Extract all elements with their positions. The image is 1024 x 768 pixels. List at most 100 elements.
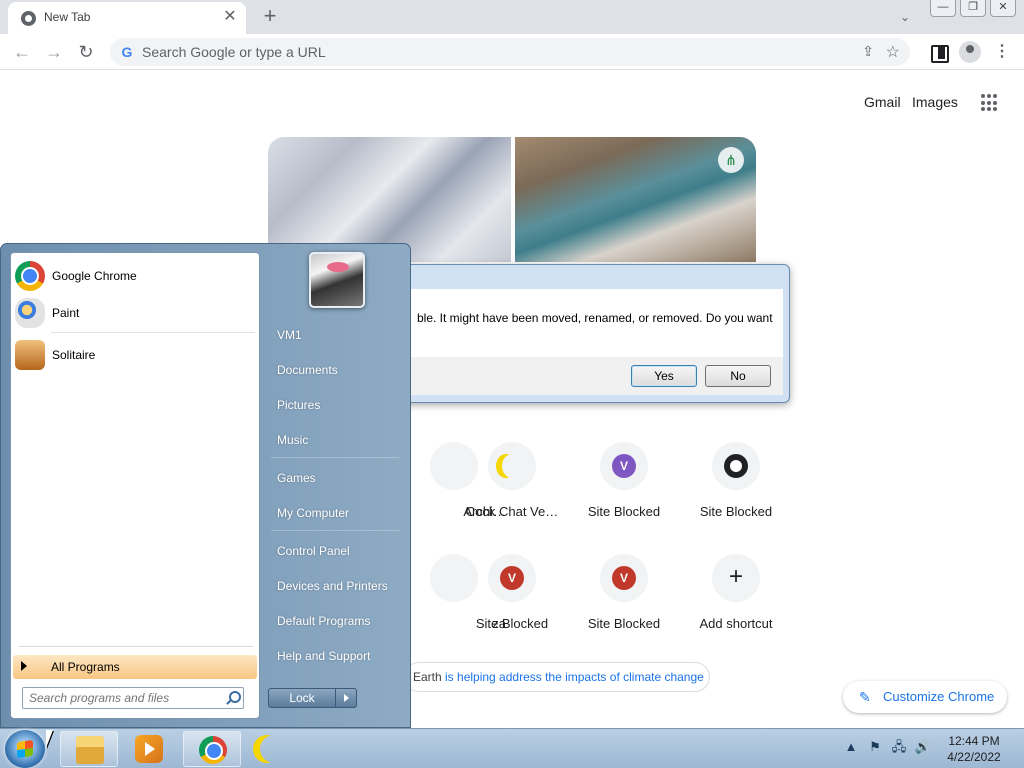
yes-button[interactable]: Yes xyxy=(631,365,697,387)
taskbar-media-player[interactable] xyxy=(120,731,178,767)
doodle-caption[interactable]: Earth is helping address the impacts of … xyxy=(404,662,710,692)
start-search-box[interactable] xyxy=(22,687,244,709)
volume-icon[interactable]: 🔊 xyxy=(914,737,932,757)
start-item-label: Solitaire xyxy=(52,348,96,362)
start-right-games[interactable]: Games xyxy=(277,471,316,485)
start-item-google-chrome[interactable]: Google Chrome xyxy=(11,258,259,294)
shutdown-options-arrow-icon[interactable] xyxy=(335,688,357,708)
start-item-solitaire[interactable]: Solitaire xyxy=(11,337,259,373)
new-tab-button[interactable]: + xyxy=(258,5,282,29)
divider xyxy=(51,332,255,333)
customize-label: Customize Chrome xyxy=(883,689,995,704)
doodle-share-icon[interactable]: ⋔ xyxy=(718,147,744,173)
doodle-fjord-image: ⋔ xyxy=(515,137,756,262)
chrome-favicon-icon xyxy=(21,11,36,26)
moon-icon xyxy=(260,735,288,763)
start-right-default-programs[interactable]: Default Programs xyxy=(277,614,370,628)
shortcut-label: Site Blocked xyxy=(587,616,661,631)
google-g-icon: G xyxy=(121,44,133,60)
tray-expand-icon[interactable]: ▲ xyxy=(842,737,860,757)
lock-button[interactable]: Lock xyxy=(268,688,336,708)
divider xyxy=(19,646,253,647)
folder-icon xyxy=(76,736,104,764)
dialog-body: ble. It might have been moved, renamed, … xyxy=(407,289,783,357)
start-right-documents[interactable]: Documents xyxy=(277,363,338,377)
browser-titlebar: New Tab ✕ + ⌄ — ❐ ✕ xyxy=(0,0,1024,34)
customize-chrome-button[interactable]: ✎ Customize Chrome xyxy=(843,681,1007,713)
images-link[interactable]: Images xyxy=(912,94,958,110)
paint-icon xyxy=(15,298,45,328)
search-icon[interactable] xyxy=(225,691,241,705)
shortcut-label: Site Blocked xyxy=(699,504,773,519)
reload-button[interactable]: ↻ xyxy=(74,40,98,64)
clock-date: 4/22/2022 xyxy=(947,750,1001,764)
shortcut-label: Cock Chat Ve… xyxy=(465,504,559,519)
shortcut-tile[interactable]: Site Blocked xyxy=(680,442,792,519)
shortcut-tile[interactable]: Cock Chat Ve… xyxy=(456,442,568,519)
share-icon[interactable]: ⇪ xyxy=(862,43,874,60)
chrome-menu-icon[interactable]: ⋮ xyxy=(992,42,1012,62)
start-right-control-panel[interactable]: Control Panel xyxy=(277,544,350,558)
chrome-icon xyxy=(15,261,45,291)
shortcut-label: Site Blocked xyxy=(587,504,661,519)
taskbar-chrome[interactable] xyxy=(183,731,241,767)
tab-close-icon[interactable]: ✕ xyxy=(220,7,240,27)
start-item-label: Paint xyxy=(52,306,80,320)
start-right-user[interactable]: VM1 xyxy=(277,328,302,342)
missing-shortcut-dialog: ble. It might have been moved, renamed, … xyxy=(400,264,790,403)
start-right-my-computer[interactable]: My Computer xyxy=(277,506,349,520)
omnibox[interactable]: G Search Google or type a URL ⇪ ☆ xyxy=(110,38,910,66)
start-right-pictures[interactable]: Pictures xyxy=(277,398,320,412)
shortcut-label: Add shortcut xyxy=(699,616,773,631)
start-orb-windows-icon[interactable] xyxy=(5,730,45,768)
minimize-button[interactable]: — xyxy=(930,0,956,17)
clock-time: 12:44 PM xyxy=(948,734,1000,748)
all-programs-label: All Programs xyxy=(51,660,120,674)
shortcut-tile[interactable]: V Site Blocked xyxy=(568,554,680,631)
close-window-button[interactable]: ✕ xyxy=(990,0,1016,17)
arrow-right-icon xyxy=(21,661,27,671)
network-icon[interactable]: 🖧 xyxy=(890,737,908,757)
taskbar-clock[interactable]: 12:44 PM 4/22/2022 xyxy=(938,733,1010,765)
earth-caption-prefix: Earth xyxy=(413,670,446,684)
solitaire-icon xyxy=(15,340,45,370)
gmail-link[interactable]: Gmail xyxy=(864,94,901,110)
no-button[interactable]: No xyxy=(705,365,771,387)
mouse-cursor-icon xyxy=(46,730,60,748)
media-player-icon xyxy=(135,735,163,763)
omnibox-placeholder[interactable]: Search Google or type a URL xyxy=(142,44,326,60)
dialog-message: ble. It might have been moved, renamed, … xyxy=(417,311,773,325)
pencil-icon: ✎ xyxy=(859,689,871,705)
window-controls: — ❐ ✕ xyxy=(926,0,1016,17)
github-icon xyxy=(724,454,748,478)
taskbar-moon-app[interactable] xyxy=(245,731,303,767)
shortcut-tile[interactable]: V Site Blocked xyxy=(568,442,680,519)
taskbar-explorer[interactable] xyxy=(60,731,118,767)
shortcut-label: Site Blocked xyxy=(475,616,549,631)
google-apps-icon[interactable] xyxy=(980,93,1000,113)
side-panel-icon[interactable] xyxy=(928,42,949,63)
site-v-icon: V xyxy=(500,566,524,590)
start-item-paint[interactable]: Paint xyxy=(11,295,259,331)
earth-caption-link[interactable]: is helping address the impacts of climat… xyxy=(445,670,704,684)
start-right-devices-printers[interactable]: Devices and Printers xyxy=(277,579,388,593)
forward-button[interactable]: → xyxy=(42,40,66,64)
bookmark-star-icon[interactable]: ☆ xyxy=(886,42,900,62)
user-avatar[interactable] xyxy=(309,252,365,308)
back-button[interactable]: ← xyxy=(10,40,34,64)
start-menu: Google Chrome Paint Solitaire All Progra… xyxy=(0,243,411,728)
tab-search-chevron-icon[interactable]: ⌄ xyxy=(895,8,915,26)
taskbar: ▲ ⚑ 🖧 🔊 12:44 PM 4/22/2022 xyxy=(0,728,1024,768)
all-programs-button[interactable]: All Programs xyxy=(13,655,257,679)
restore-button[interactable]: ❐ xyxy=(960,0,986,17)
start-right-music[interactable]: Music xyxy=(277,433,308,447)
browser-toolbar: ← → ↻ G Search Google or type a URL ⇪ ☆ … xyxy=(0,34,1024,70)
profile-avatar-icon[interactable] xyxy=(959,41,981,63)
tab-new-tab[interactable]: New Tab ✕ xyxy=(8,2,246,34)
start-right-help-support[interactable]: Help and Support xyxy=(277,649,370,663)
start-item-label: Google Chrome xyxy=(52,269,137,283)
shortcut-tile[interactable]: V Site Blocked xyxy=(456,554,568,631)
add-shortcut-tile[interactable]: + Add shortcut xyxy=(680,554,792,631)
start-search-input[interactable] xyxy=(29,691,219,705)
action-center-flag-icon[interactable]: ⚑ xyxy=(866,737,884,757)
